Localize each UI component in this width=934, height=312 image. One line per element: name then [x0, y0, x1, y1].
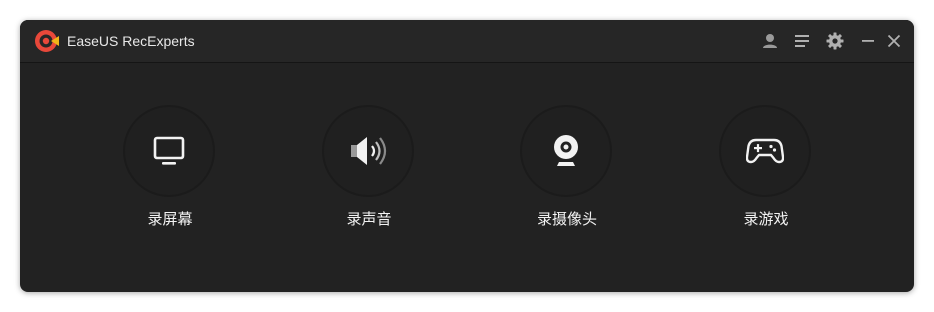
record-logo-icon [35, 30, 59, 52]
app-title: EaseUS RecExperts [67, 33, 195, 49]
record-screen-label: 录屏幕 [147, 210, 193, 228]
record-game-button[interactable] [719, 105, 811, 197]
mode-selector: 录屏幕 录声音 录摄像头 录游戏 [20, 63, 914, 292]
minimize-button[interactable] [858, 31, 878, 51]
record-audio-button[interactable] [322, 105, 414, 197]
gamepad-icon [746, 138, 784, 164]
record-audio-option[interactable]: 录声音 [299, 105, 439, 245]
gear-icon [826, 32, 844, 50]
record-audio-label: 录声音 [346, 210, 392, 228]
menu-button[interactable] [792, 31, 812, 51]
app-window: EaseUS RecExperts 录屏幕 录声音 录摄像头 录游戏 [20, 20, 914, 292]
record-webcam-button[interactable] [520, 105, 612, 197]
record-screen-button[interactable] [123, 105, 215, 197]
close-icon [887, 34, 901, 48]
title-bar[interactable]: EaseUS RecExperts [20, 20, 914, 63]
speaker-icon [351, 137, 387, 165]
settings-button[interactable] [825, 31, 845, 51]
record-game-label: 录游戏 [743, 210, 789, 228]
webcam-icon [554, 135, 578, 166]
record-webcam-option[interactable]: 录摄像头 [497, 105, 637, 245]
menu-icon [795, 35, 809, 47]
account-button[interactable] [760, 31, 780, 51]
minimize-icon [862, 40, 874, 42]
record-screen-option[interactable]: 录屏幕 [100, 105, 240, 245]
monitor-icon [153, 136, 185, 165]
close-button[interactable] [884, 31, 904, 51]
record-webcam-label: 录摄像头 [536, 210, 597, 228]
user-icon [763, 34, 777, 48]
record-game-option[interactable]: 录游戏 [696, 105, 836, 245]
